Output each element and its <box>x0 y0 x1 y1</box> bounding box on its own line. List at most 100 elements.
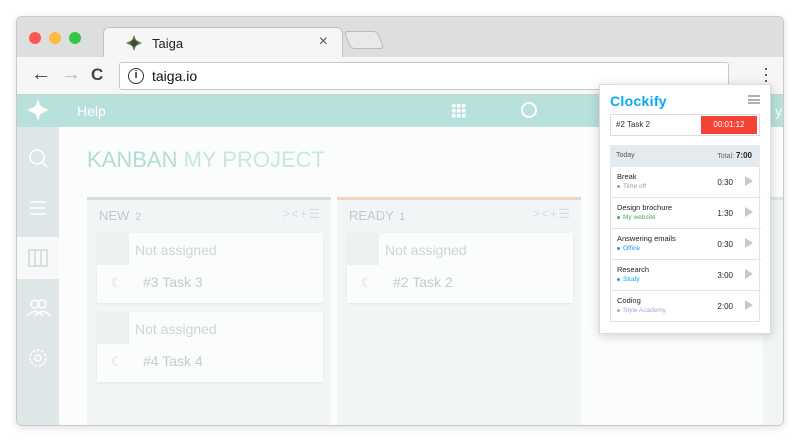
entry-project-name: Office <box>623 245 640 252</box>
close-window-button[interactable] <box>29 32 41 44</box>
column-count: 2 <box>134 211 142 223</box>
browser-titlebar: Taiga × <box>17 17 783 57</box>
avatar <box>97 233 129 265</box>
new-tab-button[interactable] <box>343 31 385 49</box>
page-title-project: MY PROJECT <box>177 147 325 172</box>
entry-project-name: Style Academy <box>623 307 666 314</box>
time-entry[interactable]: Design brochure My website 1:30 <box>611 198 761 229</box>
help-link[interactable]: Help <box>77 103 106 119</box>
kanban-column-new: NEW 2 ><+☰ Not assigned ☾ #3 Task 3 Not … <box>87 197 331 425</box>
timer-description[interactable]: #2 Task 2 <box>616 120 650 129</box>
play-icon[interactable] <box>745 207 753 217</box>
column-header: READY 1 ><+☰ <box>337 197 581 227</box>
entry-name: Research <box>617 265 650 274</box>
notifications-globe-icon[interactable] <box>521 102 537 118</box>
entry-duration: 3:00 <box>717 271 733 280</box>
minimize-window-button[interactable] <box>49 32 61 44</box>
backlog-list-icon[interactable] <box>17 187 59 229</box>
task-card[interactable]: Not assigned ☾ #2 Task 2 <box>347 233 573 303</box>
hamburger-menu-icon[interactable] <box>748 95 760 104</box>
team-icon[interactable] <box>17 287 59 329</box>
search-icon[interactable] <box>17 137 59 179</box>
projects-grid-icon[interactable] <box>452 104 466 118</box>
clockify-popup: Clockify #2 Task 2 00:01:12 Today Total:… <box>599 84 771 334</box>
kanban-column-ready: READY 1 ><+☰ Not assigned ☾ #2 Task 2 <box>337 197 581 425</box>
browser-window: Taiga × ← → C i taiga.io · · · Help y KA… <box>16 16 784 426</box>
card-task[interactable]: #2 Task 2 <box>393 274 453 290</box>
maximize-window-button[interactable] <box>69 32 81 44</box>
play-icon[interactable] <box>745 238 753 248</box>
entry-project-name: My website <box>623 214 656 221</box>
total-value: 7:00 <box>735 151 752 160</box>
day-header: Today Total: 7:00 <box>610 145 760 167</box>
column-tools[interactable]: ><+☰ <box>533 206 571 222</box>
column-header: NEW 2 ><+☰ <box>87 197 331 227</box>
tab-title: Taiga <box>152 36 184 51</box>
site-info-icon[interactable]: i <box>128 68 144 84</box>
entry-duration: 1:30 <box>717 209 733 218</box>
entry-duration: 2:00 <box>717 302 733 311</box>
column-name: NEW 2 <box>99 208 141 223</box>
total-label: Total: <box>717 153 735 160</box>
reload-icon[interactable]: C <box>91 65 103 85</box>
page-title-kanban: KANBAN <box>87 147 178 172</box>
entry-project-name: Time off <box>623 183 647 190</box>
project-dot <box>617 184 620 188</box>
column-count: 1 <box>399 211 406 223</box>
project-dot <box>617 308 620 312</box>
forward-arrow-icon[interactable]: → <box>61 63 81 86</box>
back-arrow-icon[interactable]: ← <box>31 63 51 86</box>
avatar <box>97 312 129 344</box>
play-icon[interactable] <box>745 300 753 310</box>
card-owner: Not assigned <box>135 321 217 337</box>
entry-project: Style Academy <box>617 307 666 314</box>
time-entry[interactable]: Coding Style Academy 2:00 <box>611 291 761 322</box>
play-icon[interactable] <box>745 269 753 279</box>
project-dot <box>617 246 620 250</box>
entry-name: Break <box>617 172 637 181</box>
browser-menu-icon[interactable]: · · · <box>763 59 769 89</box>
entry-project: My website <box>617 214 656 221</box>
card-task[interactable]: #4 Task 4 <box>143 353 203 369</box>
taiga-favicon-icon <box>126 35 142 51</box>
entry-project: Time off <box>617 183 646 190</box>
task-card[interactable]: Not assigned ☾ #4 Task 4 <box>97 312 323 382</box>
user-avatar[interactable]: y <box>775 103 782 119</box>
entry-duration: 0:30 <box>717 240 733 249</box>
clockify-logo: Clockify <box>610 93 667 109</box>
clockify-pin-icon[interactable]: ☾ <box>111 354 123 370</box>
stop-timer-button[interactable]: 00:01:12 <box>701 116 757 134</box>
entry-name: Coding <box>617 296 641 305</box>
browser-tab-taiga[interactable]: Taiga × <box>103 27 343 57</box>
time-entry[interactable]: Answering emails Office 0:30 <box>611 229 761 260</box>
settings-gear-icon[interactable] <box>17 337 59 379</box>
page-title: KANBAN MY PROJECT <box>87 147 325 173</box>
time-entry[interactable]: Research Study 3:00 <box>611 260 761 291</box>
entry-project: Study <box>617 276 640 283</box>
column-tools[interactable]: ><+☰ <box>283 206 321 222</box>
entry-duration: 0:30 <box>717 178 733 187</box>
clockify-pin-icon[interactable]: ☾ <box>111 275 123 291</box>
entry-project: Office <box>617 245 640 252</box>
taiga-logo-icon[interactable] <box>27 99 49 121</box>
tab-close-icon[interactable]: × <box>319 33 328 51</box>
url-text: taiga.io <box>152 68 198 84</box>
project-dot <box>617 277 620 281</box>
play-icon[interactable] <box>745 176 753 186</box>
entry-project-name: Study <box>623 276 640 283</box>
entry-name: Design brochure <box>617 203 673 212</box>
avatar <box>347 233 379 265</box>
column-name: READY 1 <box>349 208 405 223</box>
column-title: READY <box>349 208 394 223</box>
card-owner: Not assigned <box>385 242 467 258</box>
clockify-pin-icon[interactable]: ☾ <box>361 275 373 291</box>
card-task[interactable]: #3 Task 3 <box>143 274 203 290</box>
kanban-board-icon[interactable] <box>17 237 59 279</box>
entry-name: Answering emails <box>617 234 676 243</box>
taiga-sidebar <box>17 127 59 425</box>
day-total: Total: 7:00 <box>717 151 752 160</box>
card-owner: Not assigned <box>135 242 217 258</box>
time-entry[interactable]: Break Time off 0:30 <box>611 167 761 198</box>
day-label: Today <box>616 152 635 159</box>
task-card[interactable]: Not assigned ☾ #3 Task 3 <box>97 233 323 303</box>
